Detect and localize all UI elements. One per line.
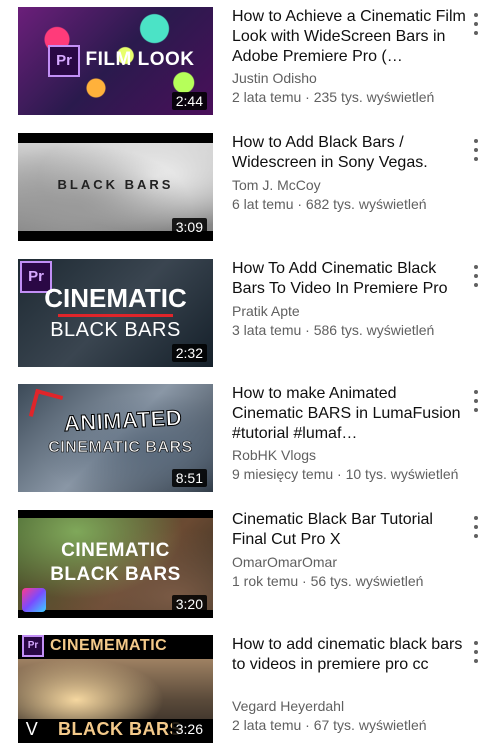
v-logo-icon: V	[25, 719, 39, 739]
video-duration: 3:26	[171, 720, 207, 738]
thumbnail-caption: BLACK BARS	[57, 177, 174, 192]
video-meta: 9 miesięcy temu · 10 tys. wyświetleń	[232, 466, 459, 482]
video-duration: 3:09	[171, 218, 207, 236]
video-title[interactable]: How to Achieve a Cinematic Film Look wit…	[232, 7, 468, 67]
more-options-icon[interactable]	[468, 137, 484, 163]
thumbnail-caption: ANIMATED	[63, 404, 184, 437]
channel-name[interactable]: Tom J. McCoy	[232, 176, 468, 195]
video-thumbnail[interactable]: CINEMATIC BLACK BARS 3:20	[18, 510, 213, 618]
video-meta: 6 lat temu · 682 tys. wyświetleń	[232, 196, 427, 212]
thumbnail-caption: FILM LOOK	[85, 49, 195, 70]
thumbnail-caption: CINEMATIC	[61, 540, 170, 561]
video-meta: 2 lata temu · 67 tys. wyświetleń	[232, 717, 427, 733]
final-cut-logo	[22, 588, 46, 612]
video-title[interactable]: How to add cinematic black bars to video…	[232, 635, 468, 695]
thumbnail-subcaption: BLACK BARS	[50, 319, 181, 341]
channel-name[interactable]: Justin Odisho	[232, 69, 468, 88]
premiere-pro-logo: Pr	[22, 635, 44, 657]
video-duration: 2:44	[171, 92, 207, 110]
more-options-icon[interactable]	[468, 388, 484, 414]
video-item[interactable]: Pr CINEMEMATIC BLACK BARS V 3:26 How to …	[0, 635, 496, 747]
video-thumbnail[interactable]: Pr CINEMATIC BLACK BARS 2:32	[18, 259, 213, 367]
video-feed: Pr FILM LOOK 2:44 How to Achieve a Cinem…	[0, 0, 496, 750]
video-item[interactable]: BLACK BARS 3:09 How to Add Black Bars / …	[0, 133, 496, 245]
red-underline	[58, 314, 173, 317]
video-duration: 8:51	[171, 469, 207, 487]
video-meta: 3 lata temu · 586 tys. wyświetleń	[232, 322, 435, 338]
more-options-icon[interactable]	[468, 263, 484, 289]
premiere-pro-logo: Pr	[48, 45, 80, 77]
video-thumbnail[interactable]: Pr FILM LOOK 2:44	[18, 7, 213, 115]
thumbnail-subcaption: CINEMATIC BARS	[48, 439, 193, 457]
video-item[interactable]: CINEMATIC BLACK BARS 3:20 Cinematic Blac…	[0, 510, 496, 622]
channel-name[interactable]: Vegard Heyerdahl	[232, 697, 468, 716]
more-options-icon[interactable]	[468, 639, 484, 665]
video-title[interactable]: How to make Animated Cinematic BARS in L…	[232, 384, 468, 444]
video-thumbnail[interactable]: ANIMATED CINEMATIC BARS 8:51	[18, 384, 213, 492]
thumbnail-caption: CINEMEMATIC	[50, 637, 168, 654]
channel-name[interactable]: OmarOmarOmar	[232, 553, 468, 572]
more-options-icon[interactable]	[468, 11, 484, 37]
video-item[interactable]: Pr FILM LOOK 2:44 How to Achieve a Cinem…	[0, 7, 496, 119]
channel-name[interactable]: RobHK Vlogs	[232, 446, 468, 465]
more-options-icon[interactable]	[468, 514, 484, 540]
video-item[interactable]: ANIMATED CINEMATIC BARS 8:51 How to make…	[0, 384, 496, 496]
video-title[interactable]: How To Add Cinematic Black Bars To Video…	[232, 259, 468, 299]
video-meta: 1 rok temu · 56 tys. wyświetleń	[232, 573, 424, 589]
channel-name[interactable]: Pratik Apte	[232, 302, 468, 321]
video-meta: 2 lata temu · 235 tys. wyświetleń	[232, 89, 435, 105]
video-title[interactable]: How to Add Black Bars / Widescreen in So…	[232, 133, 468, 173]
video-title[interactable]: Cinematic Black Bar Tutorial Final Cut P…	[232, 510, 468, 550]
thumbnail-subcaption: BLACK BARS	[50, 564, 181, 585]
video-duration: 2:32	[171, 344, 207, 362]
thumbnail-caption: CINEMATIC	[44, 283, 187, 313]
video-item[interactable]: Pr CINEMATIC BLACK BARS 2:32 How To Add …	[0, 259, 496, 371]
video-thumbnail[interactable]: Pr CINEMEMATIC BLACK BARS V 3:26	[18, 635, 213, 743]
video-thumbnail[interactable]: BLACK BARS 3:09	[18, 133, 213, 241]
video-duration: 3:20	[171, 595, 207, 613]
